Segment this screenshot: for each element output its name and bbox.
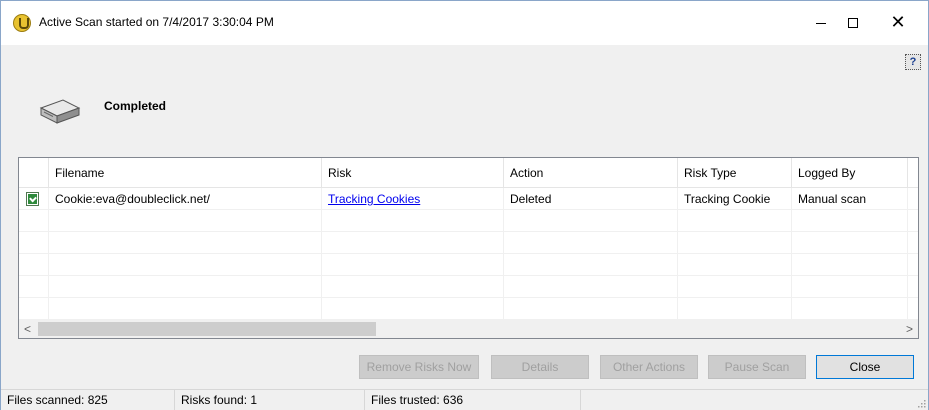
risk-link[interactable]: Tracking Cookies (322, 188, 504, 210)
column-header-filename[interactable]: Filename (49, 158, 322, 188)
horizontal-scrollbar[interactable]: < > (19, 320, 918, 338)
details-button[interactable]: Details (491, 355, 589, 379)
empty-cell (504, 276, 678, 298)
table-row[interactable]: Cookie:eva@doubleclick.net/ Tracking Coo… (19, 188, 918, 210)
close-window-button[interactable]: ✕ (875, 1, 921, 45)
empty-cell (792, 210, 908, 232)
empty-row (19, 254, 918, 276)
deleted-check-icon (26, 192, 39, 206)
list-header: Filename Risk Action Risk Type Logged By (19, 158, 918, 188)
close-icon: ✕ (890, 12, 906, 33)
empty-cell (322, 276, 504, 298)
files-trusted-status: Files trusted: 636 (365, 390, 581, 410)
empty-cell (678, 210, 792, 232)
empty-cell (19, 276, 49, 298)
scroll-left-button[interactable]: < (19, 320, 36, 338)
empty-cell (678, 254, 792, 276)
risks-found-status: Risks found: 1 (175, 390, 365, 410)
column-header-risk-type[interactable]: Risk Type (678, 158, 792, 188)
empty-cell (792, 298, 908, 320)
empty-cell (678, 276, 792, 298)
column-header-risk[interactable]: Risk (322, 158, 504, 188)
window-title: Active Scan started on 7/4/2017 3:30:04 … (39, 15, 274, 29)
remove-risks-button[interactable]: Remove Risks Now (359, 355, 479, 379)
empty-cell (49, 254, 322, 276)
empty-cell (322, 254, 504, 276)
cell-action: Deleted (504, 188, 678, 210)
cell-filename: Cookie:eva@doubleclick.net/ (49, 188, 322, 210)
empty-cell (678, 232, 792, 254)
scan-window: Active Scan started on 7/4/2017 3:30:04 … (0, 0, 929, 410)
column-header-icon[interactable] (19, 158, 49, 188)
scroll-right-button[interactable]: > (901, 320, 918, 338)
pause-scan-button[interactable]: Pause Scan (708, 355, 806, 379)
empty-cell (792, 276, 908, 298)
status-bar: Files scanned: 825 Risks found: 1 Files … (1, 389, 928, 410)
empty-cell (49, 210, 322, 232)
empty-cell (19, 210, 49, 232)
empty-cell (504, 210, 678, 232)
empty-row (19, 210, 918, 232)
cell-logged-by: Manual scan (792, 188, 908, 210)
empty-cell (19, 254, 49, 276)
empty-cell (19, 232, 49, 254)
scan-status: Completed (104, 99, 167, 113)
files-scanned-status: Files scanned: 825 (1, 390, 175, 410)
empty-cell (504, 298, 678, 320)
empty-cell (322, 298, 504, 320)
empty-row (19, 276, 918, 298)
empty-cell (322, 210, 504, 232)
empty-cell (678, 298, 792, 320)
empty-cell (322, 232, 504, 254)
row-status-cell (19, 188, 49, 210)
empty-row (19, 232, 918, 254)
title-bar[interactable]: Active Scan started on 7/4/2017 3:30:04 … (1, 1, 928, 45)
minimize-icon (816, 22, 826, 24)
other-actions-button[interactable]: Other Actions (600, 355, 698, 379)
column-header-logged-by[interactable]: Logged By (792, 158, 908, 188)
empty-cell (792, 254, 908, 276)
app-shield-icon (13, 14, 31, 32)
empty-cell (49, 298, 322, 320)
cell-risk-type: Tracking Cookie (678, 188, 792, 210)
empty-row (19, 298, 918, 320)
hard-drive-icon (39, 99, 81, 124)
empty-cell (792, 232, 908, 254)
results-list[interactable]: Filename Risk Action Risk Type Logged By… (18, 157, 919, 339)
empty-cell (504, 254, 678, 276)
maximize-button[interactable] (830, 1, 876, 45)
column-header-action[interactable]: Action (504, 158, 678, 188)
empty-cell (504, 232, 678, 254)
empty-cell (49, 232, 322, 254)
scroll-thumb[interactable] (38, 322, 376, 336)
close-button[interactable]: Close (816, 355, 914, 379)
empty-cell (49, 276, 322, 298)
help-icon[interactable]: ? (905, 54, 921, 70)
empty-cell (19, 298, 49, 320)
maximize-icon (848, 18, 858, 28)
resize-grip-icon[interactable] (916, 398, 926, 408)
